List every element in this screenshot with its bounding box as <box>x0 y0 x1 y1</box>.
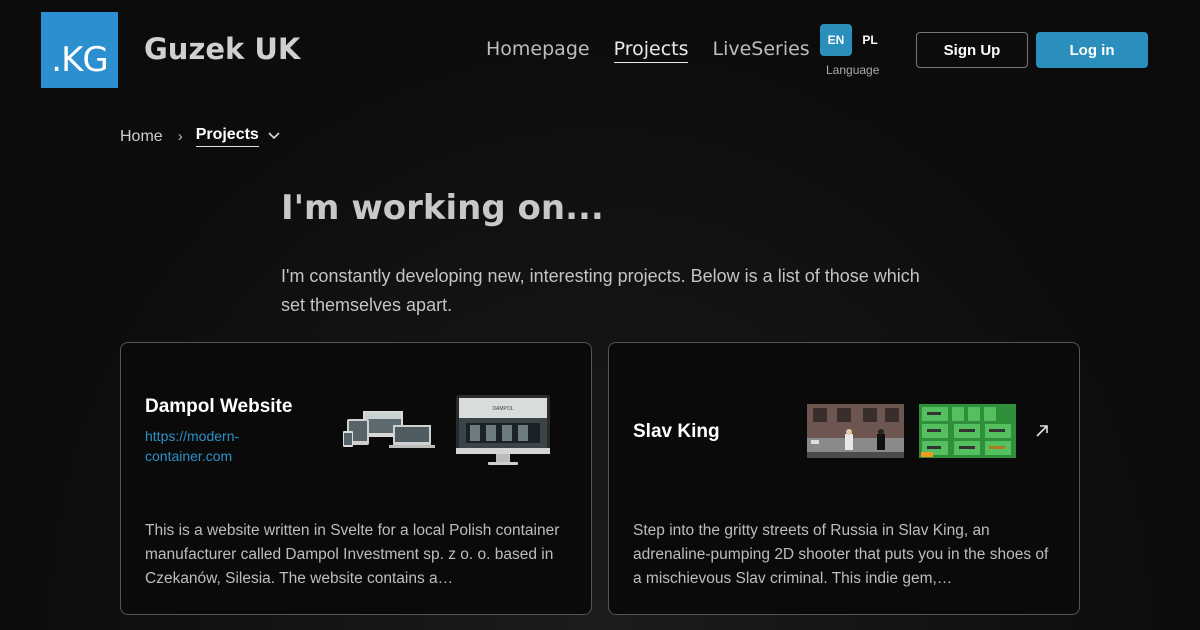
lang-en-button[interactable]: EN <box>820 24 852 56</box>
devices-mockup-image <box>343 411 435 448</box>
imac-mockup-image: DAMPOL <box>456 395 550 465</box>
nav-liveseries[interactable]: LiveSeries <box>712 38 809 63</box>
chevron-down-icon[interactable] <box>267 128 281 146</box>
language-label: Language <box>826 63 880 77</box>
site-logo[interactable]: .KG <box>41 12 118 88</box>
external-link-icon[interactable] <box>1034 423 1050 439</box>
project-description: Step into the gritty streets of Russia i… <box>633 522 1049 587</box>
project-description: This is a website written in Svelte for … <box>145 522 560 587</box>
project-title: Slav King <box>633 421 720 442</box>
nav-projects[interactable]: Projects <box>613 38 689 63</box>
signup-button[interactable]: Sign Up <box>916 32 1028 68</box>
breadcrumb-separator: › <box>177 128 183 145</box>
page-title: I'm working on... <box>281 188 604 228</box>
page-description: I'm constantly developing new, interesti… <box>281 266 920 315</box>
login-button[interactable]: Log in <box>1036 32 1148 68</box>
svg-text:DAMPOL: DAMPOL <box>492 406 513 412</box>
nav-homepage[interactable]: Homepage <box>486 38 590 63</box>
lang-pl-button[interactable]: PL <box>854 24 886 56</box>
project-card-dampol[interactable]: Dampol Website https://modern-container.… <box>120 342 592 615</box>
game-screenshot-street <box>807 404 904 458</box>
project-card-slav-king[interactable]: Slav King Step into the gritty streets o… <box>608 342 1080 615</box>
breadcrumb: Home › Projects <box>120 126 281 147</box>
project-title: Dampol Website <box>145 396 293 417</box>
main-nav: Homepage Projects LiveSeries <box>486 38 810 63</box>
game-screenshot-weapons <box>919 404 1016 458</box>
site-name[interactable]: Guzek UK <box>144 32 300 66</box>
breadcrumb-current[interactable]: Projects <box>195 126 259 147</box>
language-switcher: EN PL Language <box>820 24 888 77</box>
project-link[interactable]: https://modern-container.com <box>145 426 285 466</box>
breadcrumb-home[interactable]: Home <box>120 128 163 146</box>
